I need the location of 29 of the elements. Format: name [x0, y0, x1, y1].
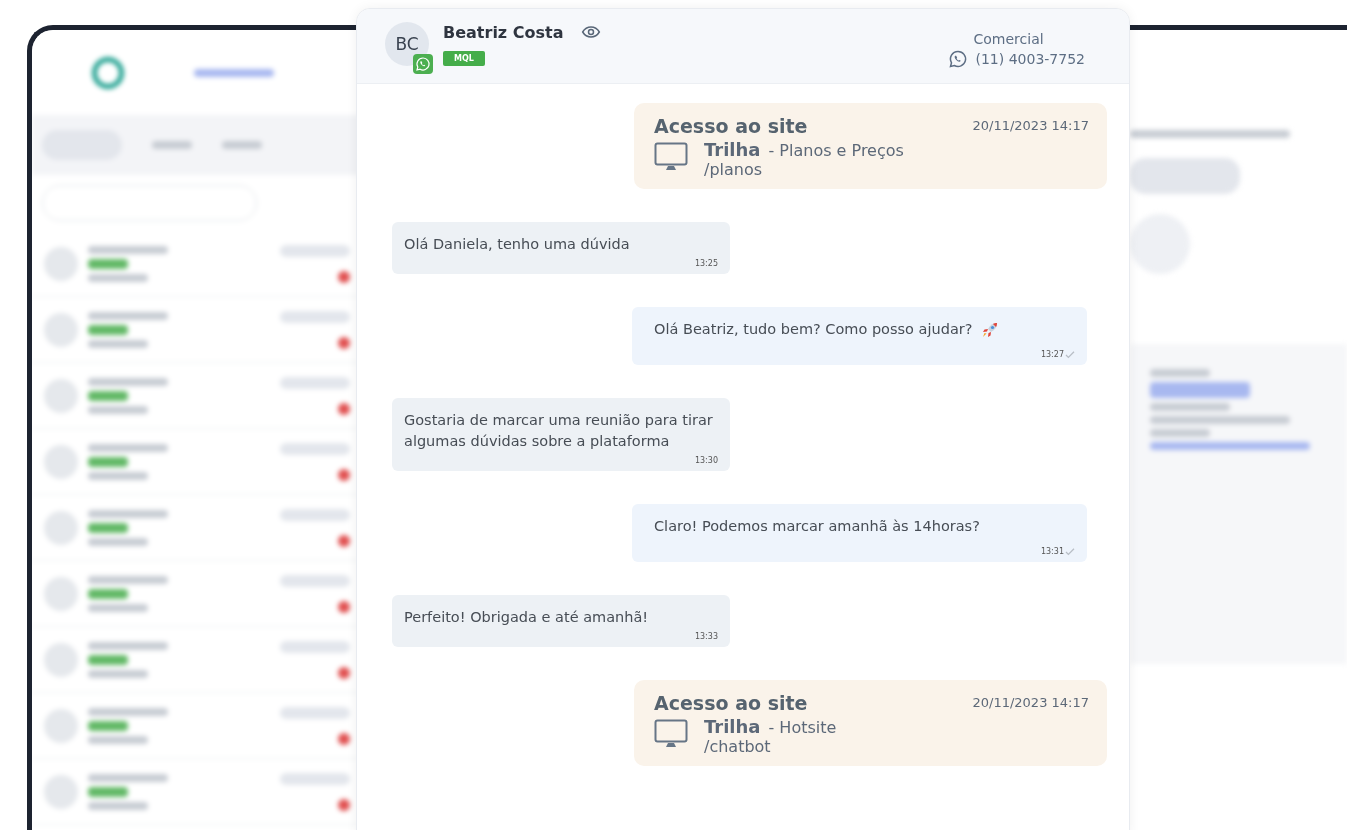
channel-label: Comercial	[972, 31, 1045, 47]
message-text: Gostaria de marcar uma reunião para tirar algumas dúvidas sobre a plataforma	[404, 412, 713, 449]
whatsapp-icon	[413, 54, 433, 74]
message-text: Perfeito! Obrigada e até amanhã!	[404, 609, 649, 625]
contact-name: Beatriz Costa	[443, 22, 564, 42]
track-label: Trilha	[704, 716, 761, 737]
message-time: 13:30	[694, 456, 718, 466]
event-title: Acesso ao site	[654, 115, 808, 137]
message-time: 13:31	[1040, 547, 1064, 557]
message-time: 13:25	[694, 259, 718, 269]
page-name: - Planos e Preços	[768, 141, 904, 160]
track-label: Trilha	[704, 139, 761, 160]
check-icon	[1065, 351, 1075, 359]
event-datetime: 20/11/2023 14:17	[972, 117, 1089, 135]
event-datetime: 20/11/2023 14:17	[972, 694, 1089, 712]
check-icon	[1065, 548, 1075, 556]
message-time: 13:33	[694, 632, 718, 642]
message-time: 13:27	[1040, 350, 1064, 360]
event-title: Acesso ao site	[654, 692, 808, 714]
message-text: Olá Beatriz, tudo bem? Como posso ajudar?	[654, 320, 973, 339]
message-text: Olá Daniela, tenho uma dúvida	[404, 236, 630, 252]
whatsapp-icon	[947, 49, 968, 69]
lead-tag: MQL	[443, 51, 485, 66]
page-path: /planos	[704, 160, 764, 179]
page-name: - Hotsite	[768, 718, 837, 737]
page-path: /chatbot	[704, 737, 772, 756]
message-text: Claro! Podemos marcar amanhã às 14horas?	[654, 517, 980, 536]
phone-number: (11) 4003-7752	[975, 51, 1085, 67]
contact-avatar: BC	[385, 22, 429, 66]
